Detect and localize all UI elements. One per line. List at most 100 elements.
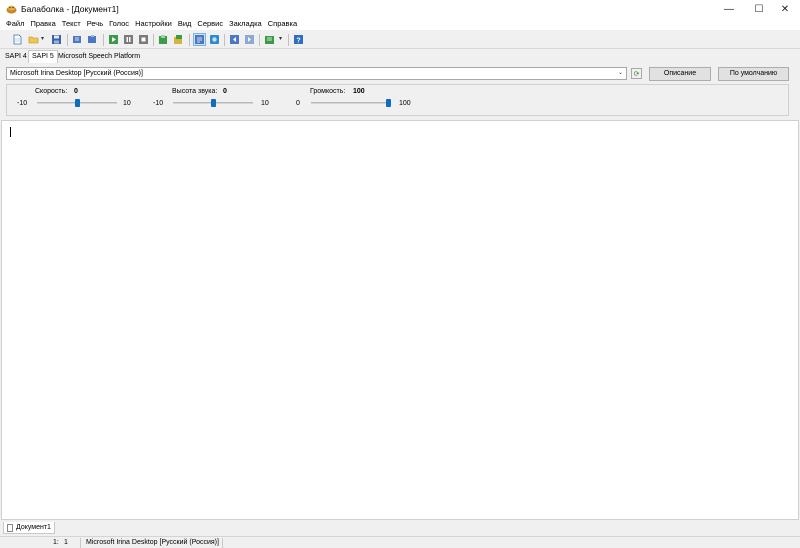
pitch-slider-thumb[interactable]: [210, 99, 216, 107]
tab-sapi5[interactable]: SAPI 5: [28, 50, 58, 63]
volume-min: 0: [296, 100, 300, 107]
voice-selected-value: Microsoft Irina Desktop [Русский (Россия…: [10, 70, 143, 77]
maximize-icon: ☐: [754, 3, 764, 15]
toolbar-separator: [103, 34, 104, 46]
bookmark-icon: [210, 35, 219, 44]
read-aloud-icon: [73, 36, 81, 43]
rate-slider-thumb[interactable]: [74, 99, 80, 107]
dictionary-dropdown-icon[interactable]: ▾: [279, 33, 282, 46]
save-button[interactable]: [50, 33, 63, 46]
status-column: 1: [64, 539, 68, 546]
toolbar: ▾ ▾ ?: [0, 31, 800, 49]
play-button[interactable]: [107, 33, 120, 46]
status-voice: Microsoft Irina Desktop [Русский (Россия…: [86, 539, 219, 546]
status-line: 1:: [53, 539, 59, 546]
svg-text:?: ?: [296, 38, 300, 45]
menu-voice[interactable]: Голос: [106, 18, 132, 30]
toolbar-separator: [288, 34, 289, 46]
menu-speech[interactable]: Речь: [84, 18, 106, 30]
toolbar-separator: [224, 34, 225, 46]
text-view-button[interactable]: [193, 33, 206, 46]
help-icon: ?: [294, 35, 303, 45]
read-clipboard-icon: [88, 35, 96, 43]
new-document-button[interactable]: [11, 33, 24, 46]
save-audio-icon: [159, 35, 167, 44]
pause-icon: [124, 35, 133, 44]
open-button[interactable]: [27, 33, 40, 46]
rate-min: -10: [17, 100, 28, 107]
minimize-button[interactable]: —: [714, 0, 744, 18]
text-caret: [10, 127, 11, 137]
document-tab-label: Документ1: [16, 524, 51, 531]
window-title: Балаболка - [Документ1]: [21, 4, 119, 14]
tab-speech-platform[interactable]: Microsoft Speech Platform: [55, 51, 143, 63]
play-icon: [109, 35, 118, 44]
open-folder-icon: [28, 36, 39, 44]
toolbar-separator: [153, 34, 154, 46]
menu-file[interactable]: Файл: [3, 18, 27, 30]
menu-bookmark[interactable]: Закладка: [226, 18, 265, 30]
next-icon: [245, 35, 254, 44]
refresh-voices-button[interactable]: ⟳: [631, 68, 642, 79]
read-aloud-button[interactable]: [71, 33, 84, 46]
default-button[interactable]: По умолчанию: [718, 67, 789, 81]
toolbar-separator: [189, 34, 190, 46]
stop-icon: [139, 35, 148, 44]
description-button[interactable]: Описание: [649, 67, 711, 81]
chevron-down-icon: ⌄: [617, 70, 624, 76]
rate-max: 10: [123, 100, 131, 107]
tab-sapi4[interactable]: SAPI 4: [2, 51, 30, 63]
volume-max: 100: [399, 100, 411, 107]
dictionary-button[interactable]: [263, 33, 276, 46]
volume-slider-thumb[interactable]: [386, 99, 391, 107]
title-bar: Балаболка - [Документ1] — ☐ ✕: [0, 0, 800, 18]
previous-button[interactable]: [228, 33, 241, 46]
new-document-icon: [13, 34, 22, 45]
save-audio-button[interactable]: [157, 33, 170, 46]
status-bar: 1: 1 Microsoft Irina Desktop [Русский (Р…: [0, 536, 800, 548]
status-separator: [222, 538, 223, 548]
text-view-icon: [195, 35, 204, 44]
next-button[interactable]: [243, 33, 256, 46]
document-icon: [7, 523, 13, 532]
menu-view[interactable]: Вид: [175, 18, 195, 30]
toolbar-separator: [67, 34, 68, 46]
pause-button[interactable]: [122, 33, 135, 46]
bookmark-button[interactable]: [208, 33, 221, 46]
menu-help[interactable]: Справка: [265, 18, 300, 30]
save-icon: [52, 35, 61, 44]
toolbar-separator: [259, 34, 260, 46]
rate-slider[interactable]: [37, 99, 117, 107]
menu-text[interactable]: Текст: [59, 18, 84, 30]
pitch-min: -10: [153, 100, 164, 107]
rate-label: Скорость:: [35, 88, 68, 95]
menu-settings[interactable]: Настройки: [132, 18, 175, 30]
read-clipboard-button[interactable]: [86, 33, 99, 46]
split-audio-button[interactable]: [172, 33, 185, 46]
volume-value: 100: [353, 88, 365, 95]
minimize-icon: —: [724, 3, 734, 15]
app-logo-icon: [6, 5, 17, 14]
menu-tools[interactable]: Сервис: [194, 18, 226, 30]
voice-parameters-panel: Скорость: 0 -10 10 Высота звука: 0 -10 1…: [6, 84, 789, 116]
stop-button[interactable]: [137, 33, 150, 46]
pitch-value: 0: [223, 88, 227, 95]
help-button[interactable]: ?: [292, 33, 305, 46]
volume-label: Громкость:: [310, 88, 346, 95]
menu-bar: Файл Правка Текст Речь Голос Настройки В…: [0, 18, 800, 30]
dictionary-icon: [265, 36, 274, 44]
open-dropdown-icon[interactable]: ▾: [41, 33, 44, 46]
pitch-slider[interactable]: [173, 99, 253, 107]
rate-value: 0: [74, 88, 78, 95]
pitch-max: 10: [261, 100, 269, 107]
refresh-icon: ⟳: [633, 70, 640, 78]
menu-edit[interactable]: Правка: [27, 18, 58, 30]
voice-select[interactable]: Microsoft Irina Desktop [Русский (Россия…: [6, 67, 627, 80]
text-editor[interactable]: [1, 120, 799, 520]
pitch-label: Высота звука:: [172, 88, 218, 95]
close-button[interactable]: ✕: [770, 0, 800, 18]
close-icon: ✕: [780, 3, 790, 15]
engine-tabs: SAPI 4 SAPI 5 Microsoft Speech Platform: [0, 50, 800, 63]
document-tab[interactable]: Документ1: [3, 522, 55, 534]
volume-slider[interactable]: [311, 99, 391, 107]
